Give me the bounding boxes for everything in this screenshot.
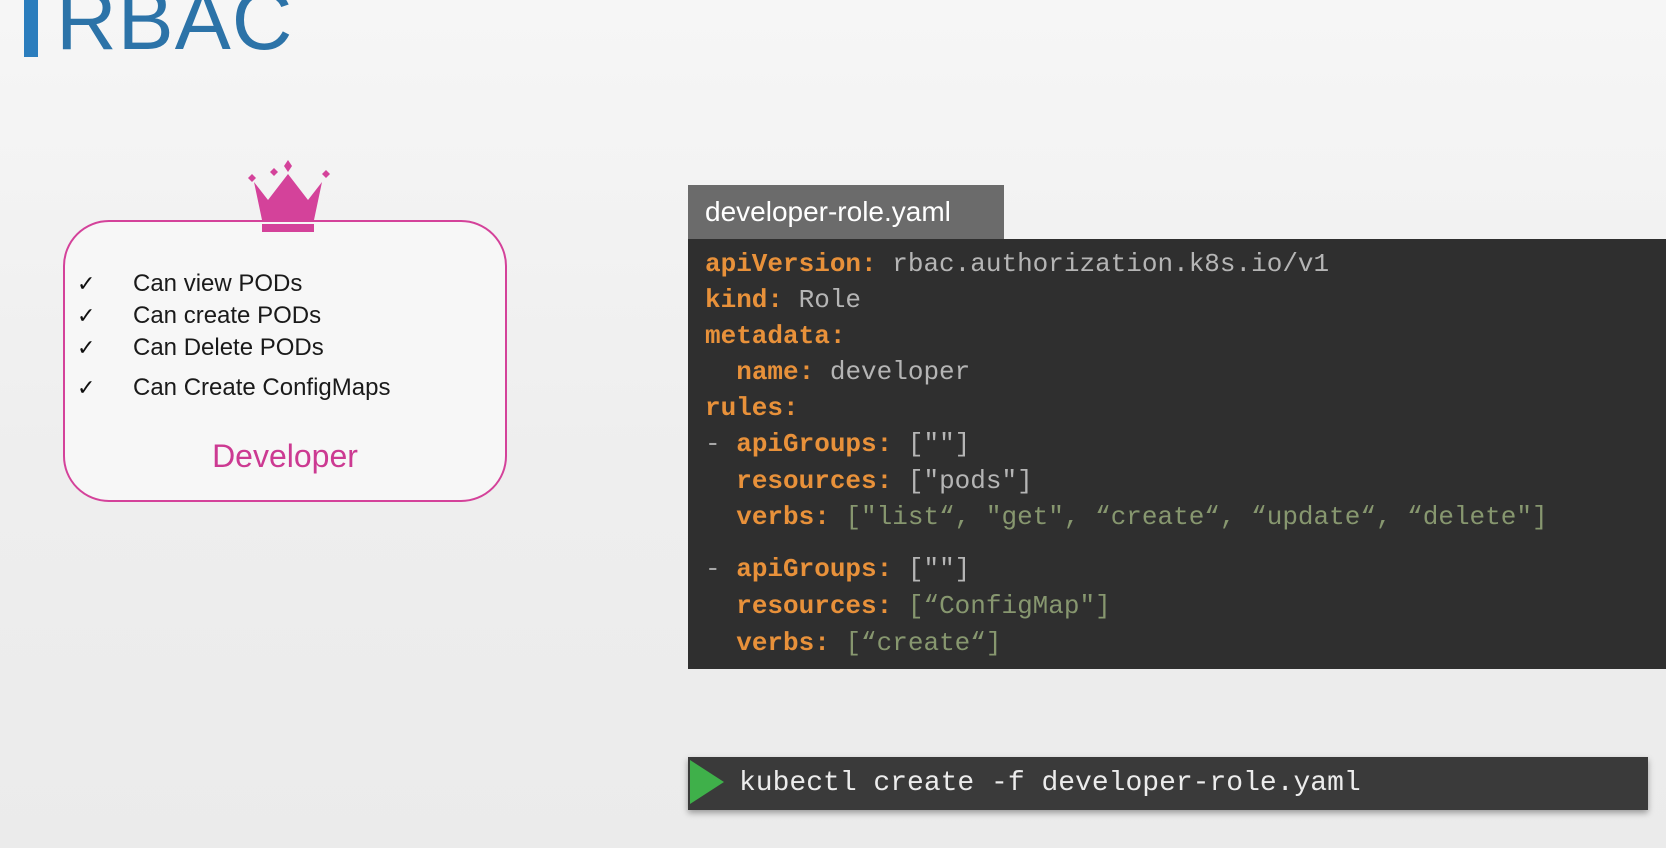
yaml-line: metadata: — [705, 321, 846, 351]
permission-item: ✓ Can Delete PODs — [77, 332, 390, 364]
yaml-line: resources: [“ConfigMap"] — [736, 591, 1111, 621]
yaml-line: resources: ["pods"] — [736, 466, 1033, 496]
yaml-line: - apiGroups: [""] — [705, 554, 971, 584]
permission-list: ✓ Can view PODs ✓ Can create PODs ✓ Can … — [77, 268, 390, 404]
slide-title: RBAC — [56, 0, 294, 67]
checkmark-icon: ✓ — [77, 303, 96, 329]
yaml-filename-tab: developer-role.yaml — [688, 185, 1004, 239]
yaml-line: apiVersion: rbac.authorization.k8s.io/v1 — [705, 249, 1330, 279]
play-icon[interactable] — [690, 760, 724, 804]
kubectl-command: kubectl create -f developer-role.yaml — [739, 768, 1361, 799]
yaml-line: rules: — [705, 393, 799, 423]
yaml-line: kind: Role — [705, 285, 862, 315]
permission-label: Can Delete PODs — [133, 334, 324, 361]
permission-label: Can view PODs — [133, 270, 303, 297]
yaml-line: verbs: [“create“] — [736, 628, 1002, 658]
permission-label: Can Create ConfigMaps — [133, 374, 391, 401]
crown-icon — [248, 160, 330, 232]
title-accent-bar — [24, 0, 38, 57]
permission-item: ✓ Can Create ConfigMaps — [77, 372, 390, 404]
role-name-label: Developer — [212, 438, 358, 474]
yaml-line: name: developer — [736, 357, 971, 387]
permission-item: ✓ Can create PODs — [77, 300, 390, 332]
checkmark-icon: ✓ — [77, 375, 96, 401]
permission-item: ✓ Can view PODs — [77, 268, 390, 300]
checkmark-icon: ✓ — [77, 335, 96, 361]
yaml-line: verbs: ["list“, "get", “create“, “update… — [736, 502, 1548, 532]
checkmark-icon: ✓ — [77, 271, 96, 297]
yaml-line: - apiGroups: [""] — [705, 429, 971, 459]
permission-label: Can create PODs — [133, 302, 322, 329]
